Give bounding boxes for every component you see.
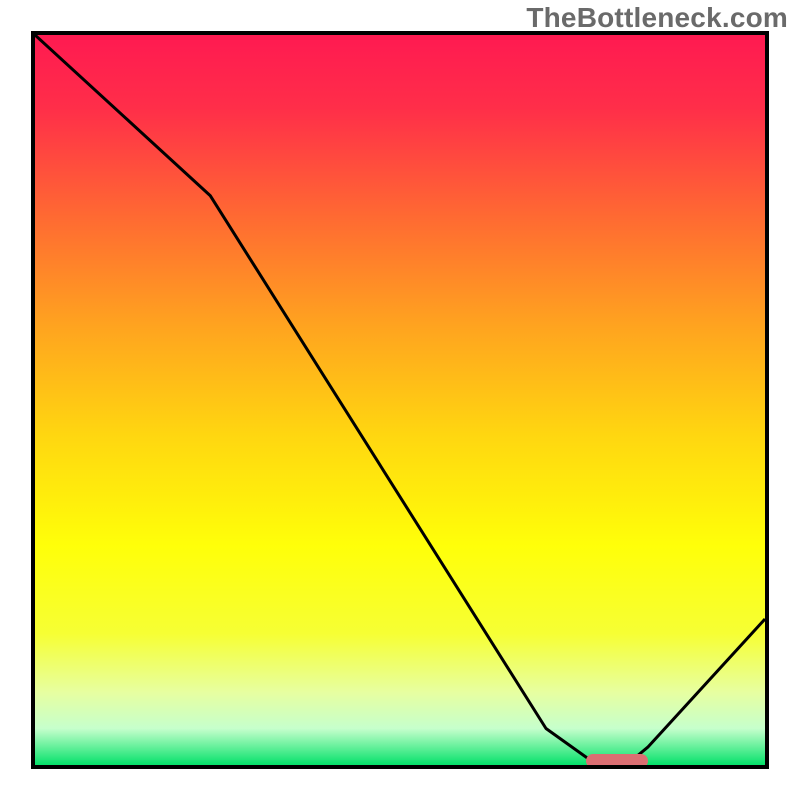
chart-svg <box>35 35 765 765</box>
plot-area <box>31 31 769 769</box>
target-range-marker <box>586 754 648 768</box>
background-rect <box>35 35 765 765</box>
watermark-text: TheBottleneck.com <box>526 2 788 34</box>
chart-frame: TheBottleneck.com <box>0 0 800 800</box>
